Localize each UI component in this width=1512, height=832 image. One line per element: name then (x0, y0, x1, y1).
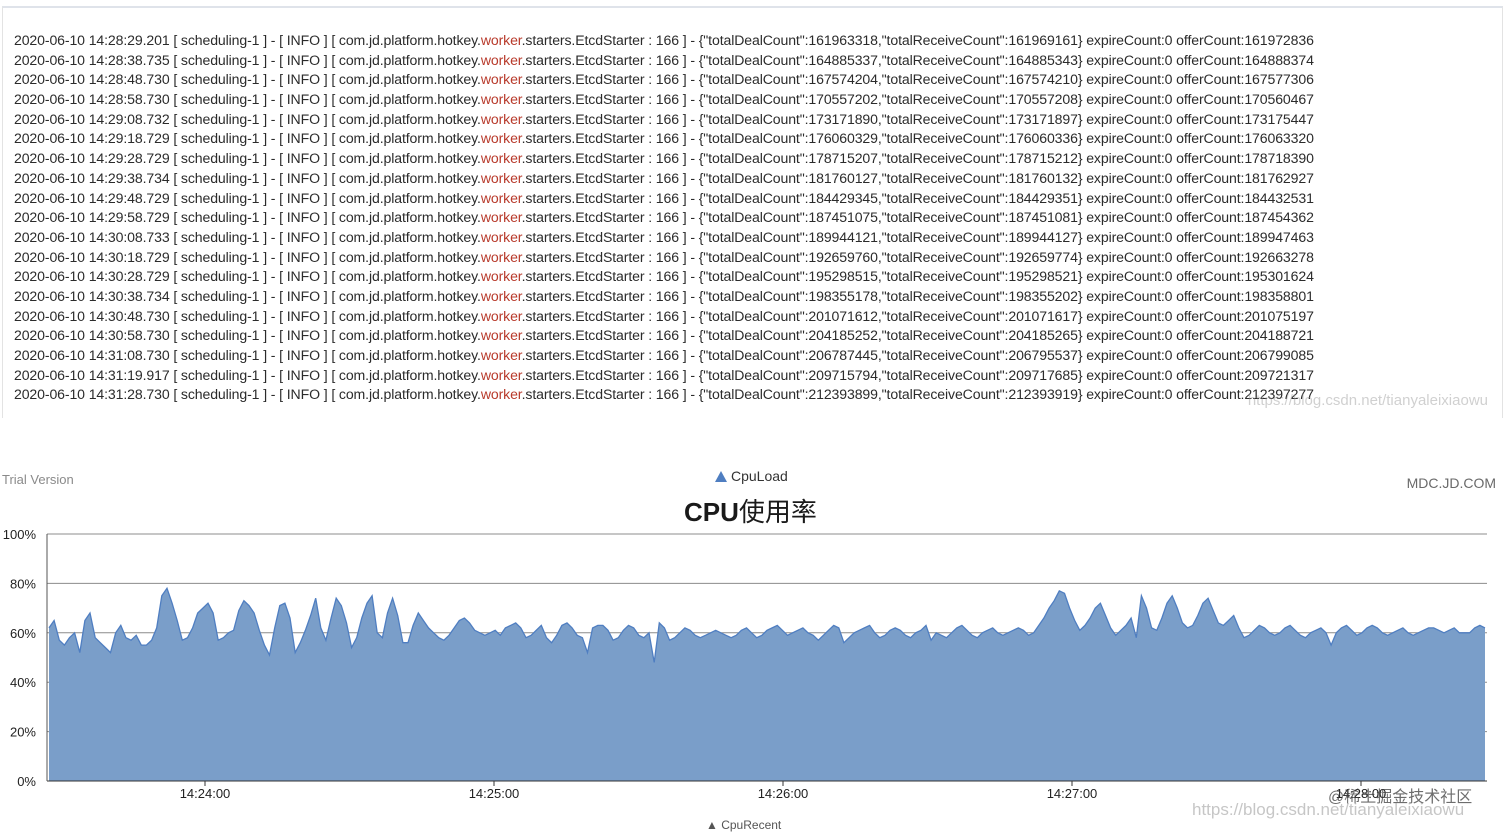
x-tick-label: 14:24:00 (180, 786, 231, 801)
x-tick-label: 14:25:00 (469, 786, 520, 801)
x-tick-label: 14:27:00 (1047, 786, 1098, 801)
y-tick-label: 20% (10, 725, 36, 740)
watermark-url: https://blog.csdn.net/tianyaleixiaowu (1192, 800, 1465, 819)
y-tick-label: 0% (17, 774, 36, 789)
y-tick-label: 40% (10, 675, 36, 690)
cpu-load-area (49, 588, 1485, 781)
cpu-area-chart: 0% 20% 40% 60% 80% 100% 14:24:00 14:25:00 14:26:… (3, 527, 1487, 801)
y-tick-label: 60% (10, 626, 36, 641)
y-tick-label: 100% (3, 527, 37, 542)
x-tick-label: 14:26:00 (758, 786, 809, 801)
y-tick-label: 80% (10, 576, 36, 591)
bottom-legend-partial: ▲ CpuRecent (706, 818, 782, 832)
